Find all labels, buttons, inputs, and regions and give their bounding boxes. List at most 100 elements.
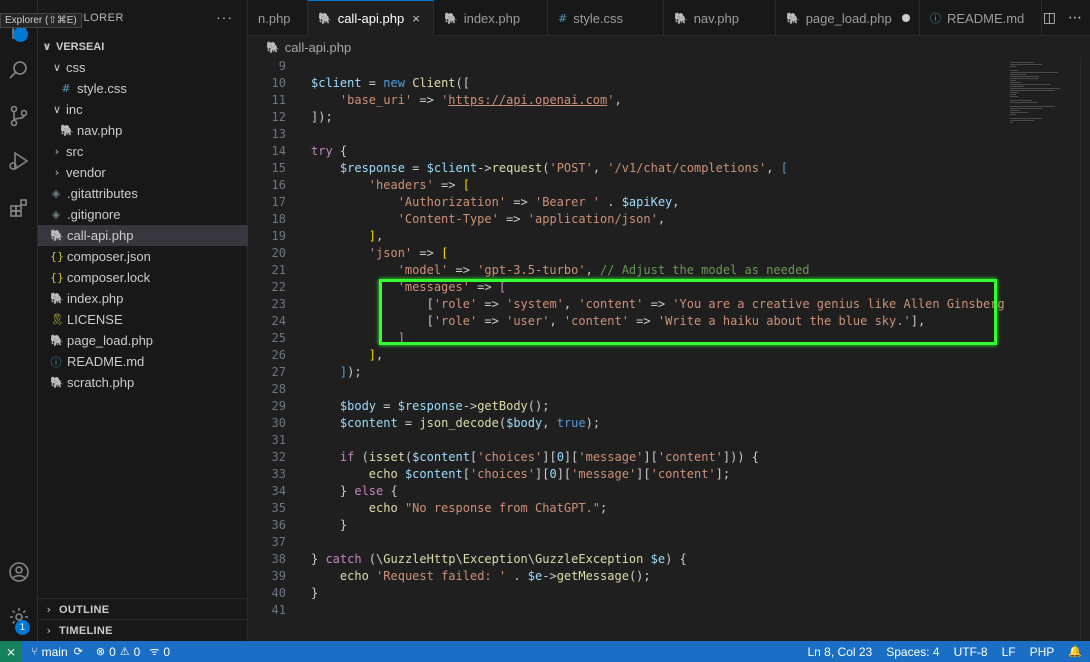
file-type-icon: 🐘 [50, 334, 64, 347]
code-line: 13 [248, 126, 1008, 143]
tab-readme-md[interactable]: ⓘ README.md [920, 0, 1042, 36]
highlight-annotation [379, 279, 997, 345]
more-actions-icon[interactable]: ⋯ [1068, 10, 1082, 26]
language-mode[interactable]: PHP [1030, 645, 1055, 659]
settings-badge: 1 [15, 620, 30, 635]
tab-index-php[interactable]: 🐘 index.php [434, 0, 548, 36]
breadcrumb-file[interactable]: call-api.php [285, 40, 352, 55]
file-tree-item[interactable]: {} composer.lock [38, 267, 248, 288]
file-tree-item[interactable]: › vendor [38, 162, 248, 183]
unsaved-dot-icon [901, 14, 910, 22]
tab-label: style.css [573, 10, 624, 26]
tab-page-load-php[interactable]: 🐘 page_load.php [776, 0, 920, 36]
code-line: 33 echo $content['choices'][0]['message'… [248, 466, 1008, 483]
close-icon[interactable]: × [412, 11, 420, 26]
error-icon: ⊗ [95, 645, 106, 658]
file-tree-item[interactable]: ◈ .gitignore [38, 204, 248, 225]
code-text: 'Authorization' => 'Bearer ' . $apiKey, [397, 195, 680, 209]
more-actions-icon[interactable]: ··· [216, 10, 233, 24]
file-tree-label: vendor [66, 165, 106, 180]
tab-label: n.php [258, 10, 291, 26]
file-type-icon: {} [50, 271, 64, 284]
code-line: 11 'base_uri' => 'https://api.openai.com… [248, 92, 1008, 109]
line-number: 35 [271, 501, 286, 515]
encoding[interactable]: UTF-8 [954, 645, 988, 659]
file-tree-label: inc [66, 102, 83, 117]
account-icon[interactable] [0, 553, 38, 591]
code-line: 29 $body = $response->getBody(); [248, 398, 1008, 415]
code-text: ], [368, 229, 384, 243]
line-number: 27 [271, 365, 286, 379]
file-tree-item[interactable]: › src [38, 141, 248, 162]
outline-label: OUTLINE [59, 603, 110, 616]
cursor-position[interactable]: Ln 8, Col 23 [808, 645, 873, 659]
file-tree-item[interactable]: 🐘 nav.php [38, 120, 248, 141]
line-number: 24 [271, 314, 286, 328]
code-text: $response = $client->request('POST', '/v… [339, 161, 788, 175]
breadcrumb: 🐘 call-api.php [248, 36, 1090, 58]
tab-nav-php[interactable]: 🐘 nav.php [664, 0, 776, 36]
vertical-scrollbar[interactable] [1080, 58, 1090, 641]
file-type-icon: 🐘 [444, 11, 458, 25]
tab-label: page_load.php [805, 10, 892, 26]
code-line: 20 'json' => [ [248, 245, 1008, 262]
code-text: ], [368, 348, 384, 362]
split-editor-icon[interactable]: ◫ [1043, 10, 1056, 26]
ports-icon: ᯤ [149, 645, 160, 658]
file-tree-item[interactable]: 🐘 scratch.php [38, 372, 248, 393]
code-text: 'headers' => [ [368, 178, 470, 192]
line-number: 34 [271, 484, 286, 498]
file-tree-item[interactable]: 🐘 call-api.php [38, 225, 248, 246]
branch-indicator[interactable]: ⑂ main ⟳ [31, 645, 87, 659]
minimap[interactable] [1006, 58, 1090, 641]
tab-n-php[interactable]: n.php [248, 0, 308, 36]
line-number: 38 [271, 552, 286, 566]
remote-indicator[interactable]: ⨯ [0, 641, 22, 662]
line-number: 17 [271, 195, 286, 209]
ports-indicator[interactable]: ᯤ 0 [149, 644, 170, 659]
notifications-icon[interactable]: 🔔 [1068, 645, 1086, 658]
indentation[interactable]: Spaces: 4 [886, 645, 939, 659]
code-text: echo 'Request failed: ' . $e->getMessage… [339, 569, 651, 583]
file-tree-label: LICENSE [67, 312, 123, 327]
code-line: 15 $response = $client->request('POST', … [248, 160, 1008, 177]
file-tree-label: src [66, 144, 84, 159]
tab-style-css[interactable]: # style.css [548, 0, 664, 36]
file-type-icon: 🐘 [50, 292, 64, 305]
extensions-icon[interactable] [0, 189, 38, 227]
end-of-line[interactable]: LF [1002, 645, 1016, 659]
code-line: 27 ]); [248, 364, 1008, 381]
line-number: 9 [278, 59, 286, 73]
file-tree-item[interactable]: {} composer.json [38, 246, 248, 267]
source-control-icon[interactable] [0, 97, 38, 135]
file-tree-label: page_load.php [67, 333, 154, 348]
file-tree-item[interactable]: ∨ inc [38, 99, 248, 120]
file-tree-item[interactable]: 🎗 LICENSE [38, 309, 248, 330]
workspace-root[interactable]: ∨ VERSEAI [38, 36, 248, 57]
line-number: 26 [271, 348, 286, 362]
file-tree-item[interactable]: # style.css [38, 78, 248, 99]
code-line: 16 'headers' => [ [248, 177, 1008, 194]
file-type-icon: ⓘ [50, 355, 62, 369]
file-tree-item[interactable]: 🐘 page_load.php [38, 330, 248, 351]
line-number: 41 [271, 603, 286, 617]
code-line: 36 } [248, 517, 1008, 534]
code-editor[interactable]: 9 10 $client = new Client([11 'base_uri' =… [248, 58, 1090, 641]
outline-section[interactable]: › OUTLINE [38, 599, 248, 620]
file-tree-item[interactable]: ◈ .gitattributes [38, 183, 248, 204]
code-line: 41 [248, 602, 1008, 619]
file-tree-item[interactable]: ∨ css [38, 57, 248, 78]
chevron-down-icon: ∨ [42, 40, 52, 53]
git-branch-icon: ⑂ [31, 645, 38, 658]
file-type-icon: 🐘 [60, 124, 74, 137]
timeline-section[interactable]: › TIMELINE [38, 620, 248, 641]
file-tree-item[interactable]: 🐘 index.php [38, 288, 248, 309]
tab-call-api-php[interactable]: 🐘 call-api.php × [308, 0, 434, 36]
search-icon[interactable] [0, 51, 38, 89]
run-debug-icon[interactable] [0, 142, 38, 180]
problems-indicator[interactable]: ⊗ 0 ⚠ 0 [96, 645, 140, 659]
file-tree-label: style.css [77, 81, 127, 96]
line-number: 23 [271, 297, 286, 311]
file-tree-item[interactable]: ⓘ README.md [38, 351, 248, 372]
tab-label: README.md [947, 10, 1025, 26]
